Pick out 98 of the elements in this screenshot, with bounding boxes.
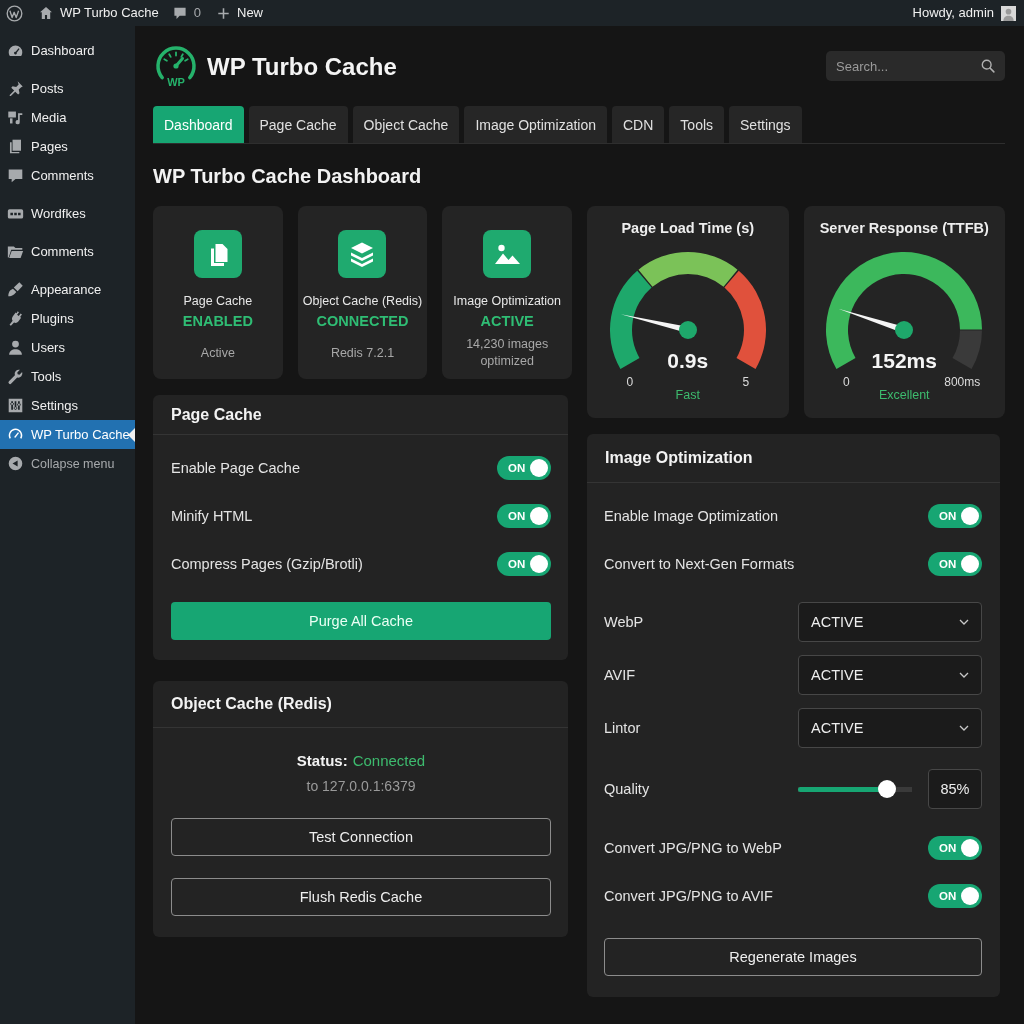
home-icon — [39, 6, 53, 20]
tab[interactable]: Image Optimization — [464, 106, 607, 143]
gauge-max-label: 800ms — [944, 375, 981, 389]
media-icon — [7, 109, 24, 126]
setting-label: Compress Pages (Gzip/Brotli) — [171, 555, 363, 573]
gauge-min-label: 0 — [626, 375, 634, 389]
dashboard-icon — [7, 42, 24, 59]
sidebar-menu-item[interactable]: Wordfkes — [0, 199, 135, 228]
status-detail: Active — [200, 344, 235, 362]
setting-label: Convert JPG/PNG to WebP — [604, 839, 782, 857]
slider-thumb[interactable] — [877, 780, 896, 798]
format-dropdown[interactable]: ACTIVE — [798, 707, 982, 748]
setting-label: Quality — [604, 780, 650, 798]
card-title: Image Optimization — [453, 294, 561, 309]
value-field[interactable]: 85% — [928, 769, 982, 809]
user-icon — [7, 339, 24, 356]
plug-icon — [7, 310, 24, 327]
setting-label: Enable Page Cache — [171, 459, 300, 477]
gauge-rating: Fast — [675, 388, 700, 402]
card-title: Page Cache — [183, 294, 253, 309]
layers-icon — [338, 230, 387, 278]
gauge-rating: Excellent — [878, 388, 930, 402]
tab[interactable]: CDN — [612, 106, 665, 143]
gauge-title: Page Load Time (s) — [621, 220, 755, 237]
status-label: Status: — [296, 751, 348, 771]
settings-icon — [7, 397, 24, 414]
gauge-value: 152ms — [871, 349, 937, 373]
tab[interactable]: Object Cache — [352, 106, 460, 143]
tab[interactable]: Tools — [669, 106, 725, 143]
setting-label: Convert JPG/PNG to AVIF — [604, 887, 773, 905]
action-button[interactable]: Test Connection — [171, 818, 551, 856]
connection-address: to 127.0.0.1:6379 — [306, 777, 416, 796]
format-dropdown[interactable]: ACTIVE — [798, 601, 982, 642]
regenerate-images-button[interactable]: Regenerate Images — [604, 938, 982, 976]
logo-icon[interactable] — [6, 4, 23, 22]
wrench-icon — [7, 368, 24, 385]
gauge-title: Server Response (TTFB) — [819, 220, 989, 237]
menu-pointer-icon — [128, 427, 135, 442]
chevron-down-icon — [959, 618, 969, 625]
sidebar-menu-item[interactable]: Pages — [0, 132, 135, 161]
tab[interactable]: Page Cache — [248, 106, 348, 143]
search-icon — [981, 59, 995, 73]
panel-title: Object Cache (Redis) — [171, 694, 332, 714]
setting-label: Convert to Next-Gen Formats — [604, 555, 795, 573]
sidebar-menu-item[interactable]: Comments — [0, 161, 135, 190]
comments-link[interactable]: 0 — [172, 0, 201, 26]
plus-icon — [217, 6, 230, 20]
panel-title: Page Cache — [171, 404, 262, 425]
sidebar-menu-item[interactable]: Settings — [0, 391, 135, 420]
avatar-icon — [1001, 5, 1016, 21]
speech-bubble-icon — [172, 6, 187, 20]
account-menu[interactable]: Howdy, admin — [912, 0, 1016, 26]
speech-bubble-icon — [7, 167, 24, 184]
status-text: CONNECTED — [316, 313, 409, 330]
sidebar-menu-item[interactable]: Comments — [0, 237, 135, 266]
documents-icon — [193, 230, 242, 278]
chevron-down-icon — [959, 724, 969, 731]
sidebar-menu-item[interactable]: Media — [0, 103, 135, 132]
setting-label: Lintor — [604, 718, 641, 737]
status-text: ENABLED — [182, 313, 253, 330]
tab[interactable]: Settings — [729, 106, 802, 143]
sidebar-menu-item[interactable]: Users — [0, 333, 135, 362]
paintbrush-icon — [7, 281, 24, 298]
page-heading: WP Turbo Cache Dashboard — [153, 164, 422, 188]
sidebar-menu-item[interactable]: Tools — [0, 362, 135, 391]
status-detail: Redis 7.2.1 — [330, 344, 395, 362]
folder-icon — [7, 243, 24, 260]
setting-label: AVIF — [604, 665, 636, 684]
setting-label: WebP — [604, 612, 644, 631]
gauge-min-label: 0 — [842, 375, 850, 389]
new-content-link[interactable]: New — [217, 0, 263, 26]
status-text: ACTIVE — [480, 313, 534, 330]
format-dropdown[interactable]: ACTIVE — [798, 654, 982, 695]
image-icon — [483, 230, 532, 278]
collapse-icon — [7, 455, 24, 472]
gauge-value: 0.9s — [667, 349, 709, 373]
status-detail: 14,230 images optimized — [465, 336, 550, 370]
setting-label: Enable Image Optimization — [604, 507, 779, 525]
card-title: Object Cache (Redis) — [302, 294, 423, 309]
speedometer-logo: WP — [153, 45, 199, 89]
panel-title: Image Optimization — [605, 448, 753, 468]
collapse-menu-button[interactable]: Collapse menu — [0, 449, 135, 478]
sidebar-menu-item[interactable]: Appearance — [0, 275, 135, 304]
app-title: WP Turbo Cache — [207, 53, 397, 81]
gauge-track — [952, 330, 983, 369]
site-name-link[interactable]: WP Turbo Cache — [39, 0, 159, 26]
pages-icon — [7, 138, 24, 155]
setting-label: Minify HTML — [171, 507, 253, 525]
sidebar-menu-item[interactable]: WP Turbo Cache — [0, 420, 135, 449]
sidebar-menu-item[interactable]: Plugins — [0, 304, 135, 333]
search-field[interactable]: Search... — [826, 51, 1005, 81]
action-button[interactable]: Flush Redis Cache — [171, 878, 551, 916]
sidebar-menu-item[interactable]: Dashboard — [0, 36, 135, 65]
gauge-max-label: 5 — [742, 375, 750, 389]
pushpin-icon — [7, 80, 24, 97]
status-value: Connected — [352, 751, 426, 771]
chevron-down-icon — [959, 671, 969, 678]
sidebar-menu-item[interactable]: Posts — [0, 74, 135, 103]
